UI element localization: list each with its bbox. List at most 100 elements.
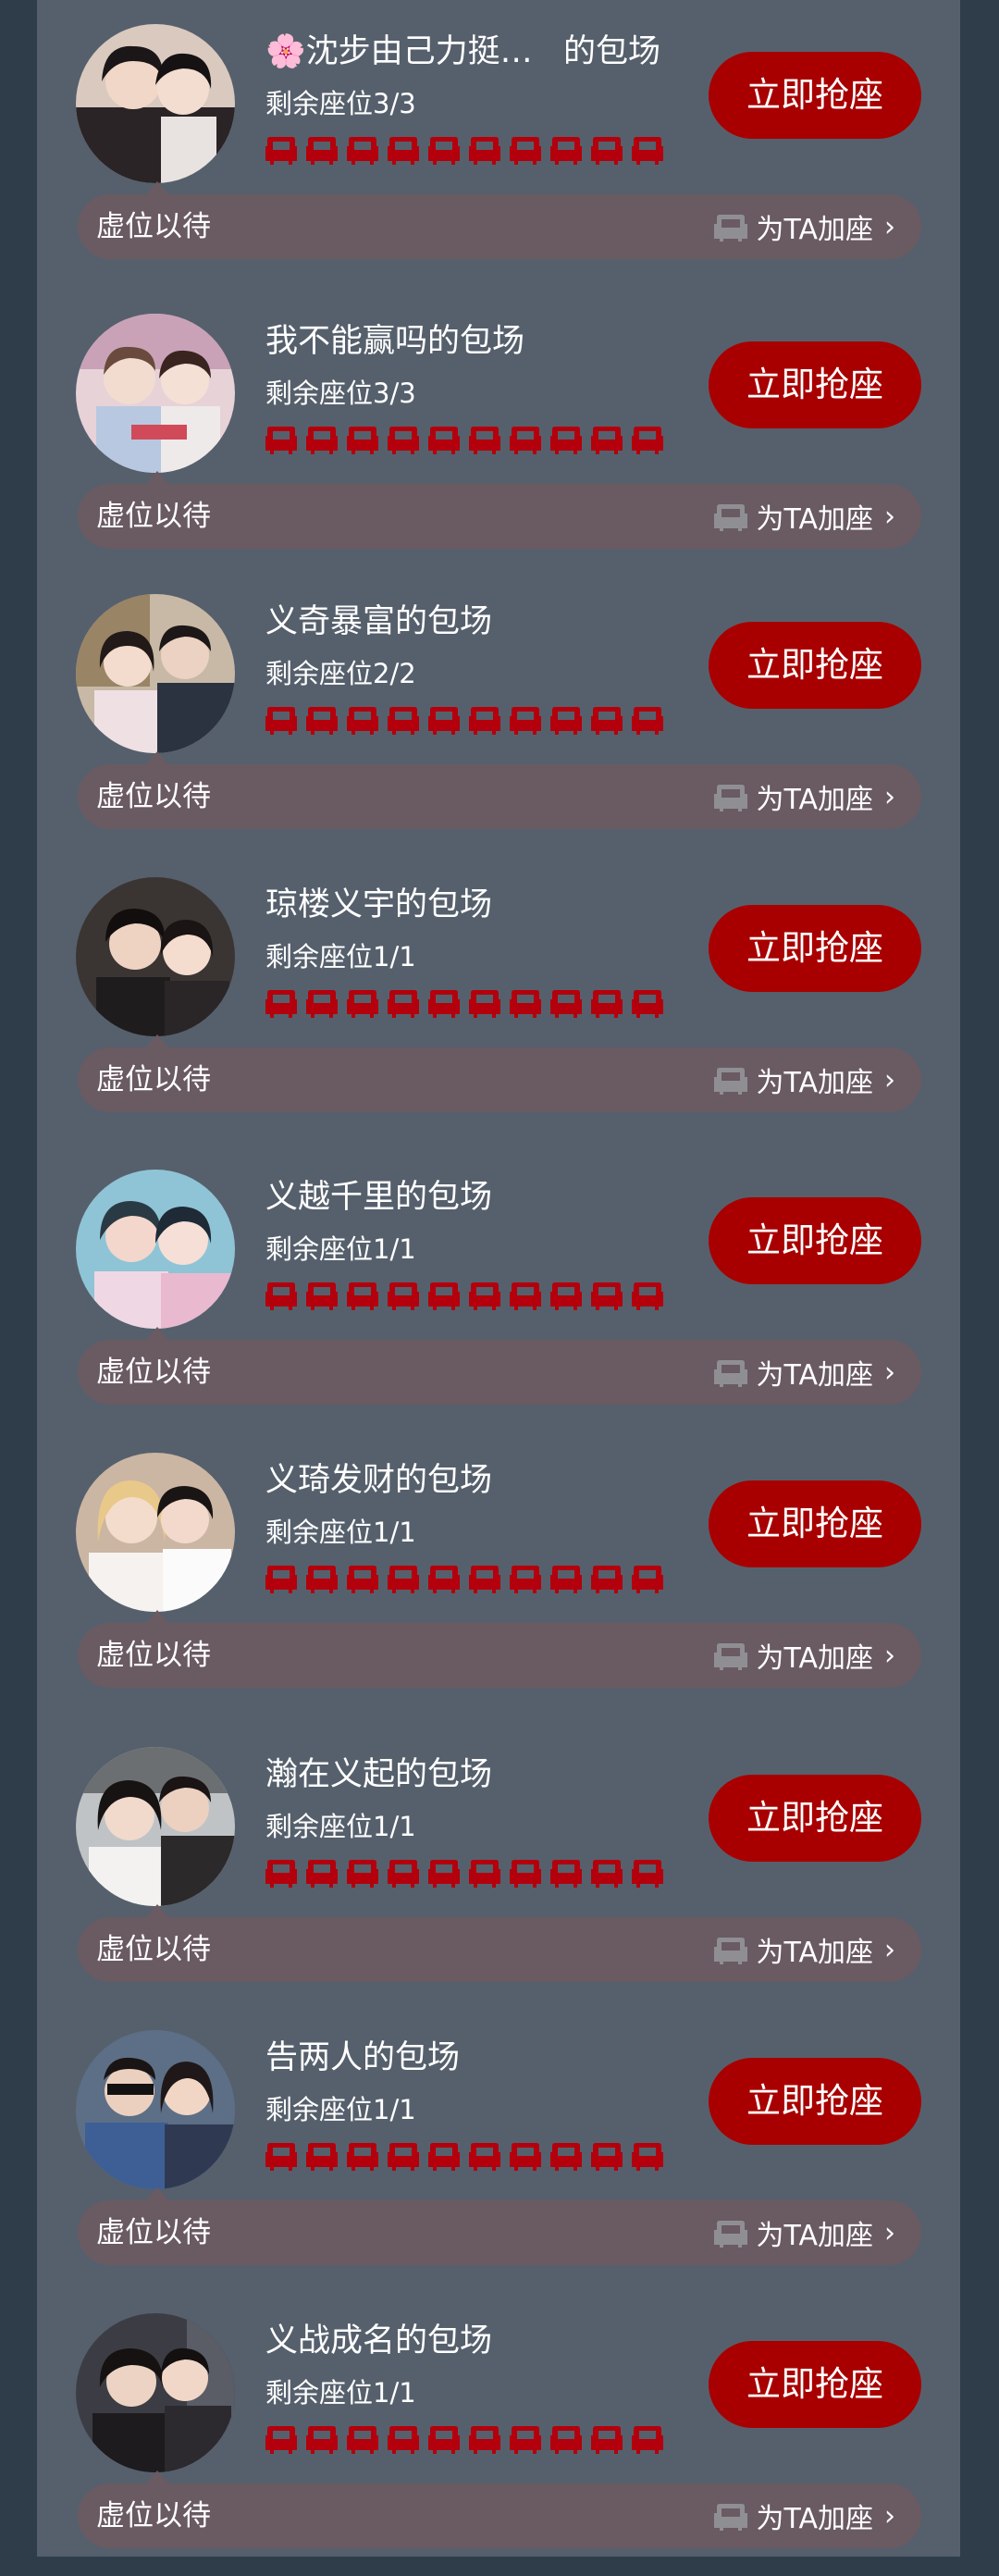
add-seat-label: 为TA加座 — [756, 1937, 873, 1969]
sofa-icon — [714, 1360, 748, 1387]
add-seat-link[interactable]: 为TA加座 › — [713, 484, 895, 549]
avatar[interactable] — [76, 1170, 235, 1329]
add-seat-link[interactable]: 为TA加座 › — [713, 1047, 895, 1112]
avatar[interactable] — [76, 877, 235, 1036]
grab-seat-button[interactable]: 立即抢座 — [709, 1775, 921, 1862]
waiting-text: 虚位以待 — [96, 2216, 211, 2249]
grab-seat-button[interactable]: 立即抢座 — [709, 2058, 921, 2145]
add-seat-link[interactable]: 为TA加座 › — [713, 194, 895, 259]
add-seat-label: 为TA加座 — [756, 1359, 873, 1392]
sofa-icon — [632, 427, 663, 454]
room-card: 告两人的包场 剩余座位1/1 立即抢座 虚位以待 为TA加座 › — [37, 2006, 960, 2293]
remaining-seats: 剩余座位3/3 — [265, 378, 416, 409]
chevron-right-icon: › — [884, 1356, 895, 1389]
sofa-icon — [428, 137, 460, 165]
sofa-icon — [428, 2143, 460, 2171]
chevron-right-icon: › — [884, 500, 895, 533]
avatar[interactable] — [76, 2030, 235, 2189]
sofa-icon — [550, 990, 582, 1018]
avatar[interactable] — [76, 594, 235, 753]
sofa-icon — [550, 707, 582, 735]
waiting-bar: 虚位以待 为TA加座 › — [78, 1623, 921, 1688]
add-seat-link[interactable]: 为TA加座 › — [713, 764, 895, 829]
sofa-icon — [591, 2426, 623, 2454]
sofa-icon — [347, 2426, 378, 2454]
add-seat-link[interactable]: 为TA加座 › — [713, 2200, 895, 2265]
sofa-icon — [714, 1643, 748, 1670]
avatar[interactable] — [76, 314, 235, 473]
grab-seat-button[interactable]: 立即抢座 — [709, 52, 921, 139]
room-title: 义琦发财的包场 — [265, 1462, 493, 1499]
avatar[interactable] — [76, 24, 235, 183]
sofa-icon — [632, 2143, 663, 2171]
grab-seat-button[interactable]: 立即抢座 — [709, 622, 921, 709]
add-seat-link[interactable]: 为TA加座 › — [713, 2483, 895, 2548]
remaining-seats: 剩余座位1/1 — [265, 2094, 416, 2125]
sofa-icon — [510, 2143, 541, 2171]
sofa-icon — [347, 707, 378, 735]
waiting-bar: 虚位以待 为TA加座 › — [78, 194, 921, 259]
sofa-icon — [265, 707, 297, 735]
sofa-icon — [306, 2143, 338, 2171]
avatar[interactable] — [76, 1453, 235, 1612]
sofa-icon — [591, 1282, 623, 1310]
sofa-icon — [388, 1282, 419, 1310]
sofa-icon — [469, 1282, 500, 1310]
waiting-text: 虚位以待 — [96, 1356, 211, 1389]
sofa-icon — [714, 215, 748, 242]
sofa-icon — [347, 1282, 378, 1310]
sofa-icon — [591, 427, 623, 454]
sofa-icon — [265, 1860, 297, 1888]
sofa-icon — [469, 1566, 500, 1593]
room-card: 义奇暴富的包场 剩余座位2/2 立即抢座 虚位以待 为TA加座 › — [37, 570, 960, 857]
add-seat-label: 为TA加座 — [756, 214, 873, 246]
add-seat-link[interactable]: 为TA加座 › — [713, 1917, 895, 1982]
grab-seat-button[interactable]: 立即抢座 — [709, 905, 921, 992]
waiting-text: 虚位以待 — [96, 2499, 211, 2533]
seat-row — [265, 1563, 663, 1594]
grab-seat-button[interactable]: 立即抢座 — [709, 341, 921, 428]
room-card: 我不能赢吗的包场 剩余座位3/3 立即抢座 虚位以待 为TA加座 › — [37, 290, 960, 576]
waiting-bar: 虚位以待 为TA加座 › — [78, 2200, 921, 2265]
seat-row — [265, 424, 663, 455]
add-seat-link[interactable]: 为TA加座 › — [713, 1340, 895, 1405]
add-seat-label: 为TA加座 — [756, 503, 873, 536]
waiting-text: 虚位以待 — [96, 1063, 211, 1096]
sofa-icon — [469, 990, 500, 1018]
room-card: 🌸沈步由己力挺… 的包场 剩余座位3/3 立即抢座 虚位以待 为TA加座 › — [37, 0, 960, 287]
avatar-pointer — [146, 1034, 168, 1047]
avatar-pointer — [146, 1904, 168, 1917]
sofa-icon — [510, 1282, 541, 1310]
remaining-seats: 剩余座位2/2 — [265, 658, 416, 689]
room-list-panel: 🌸沈步由己力挺… 的包场 剩余座位3/3 立即抢座 虚位以待 为TA加座 › 我… — [37, 0, 960, 2557]
waiting-bar: 虚位以待 为TA加座 › — [78, 1340, 921, 1405]
sofa-icon — [469, 2143, 500, 2171]
sofa-icon — [388, 2426, 419, 2454]
sofa-icon — [469, 427, 500, 454]
sofa-icon — [265, 2426, 297, 2454]
remaining-seats: 剩余座位1/1 — [265, 1233, 416, 1265]
waiting-text: 虚位以待 — [96, 500, 211, 533]
chevron-right-icon: › — [884, 1063, 895, 1096]
grab-seat-button[interactable]: 立即抢座 — [709, 1197, 921, 1284]
sofa-icon — [591, 2143, 623, 2171]
avatar[interactable] — [76, 2313, 235, 2472]
avatar-pointer — [146, 2187, 168, 2200]
sofa-icon — [306, 137, 338, 165]
room-card: 义战成名的包场 剩余座位1/1 立即抢座 虚位以待 为TA加座 › — [37, 2289, 960, 2576]
grab-seat-button[interactable]: 立即抢座 — [709, 1480, 921, 1567]
sofa-icon — [632, 707, 663, 735]
sofa-icon — [550, 1860, 582, 1888]
grab-seat-button[interactable]: 立即抢座 — [709, 2341, 921, 2428]
room-title: 告两人的包场 — [265, 2039, 461, 2076]
chevron-right-icon: › — [884, 1933, 895, 1966]
avatar[interactable] — [76, 1747, 235, 1906]
add-seat-link[interactable]: 为TA加座 › — [713, 1623, 895, 1688]
sofa-icon — [428, 1566, 460, 1593]
waiting-text: 虚位以待 — [96, 1933, 211, 1966]
sofa-icon — [550, 1282, 582, 1310]
sofa-icon — [510, 2426, 541, 2454]
sofa-icon — [306, 707, 338, 735]
sofa-icon — [388, 137, 419, 165]
room-card: 瀚在义起的包场 剩余座位1/1 立即抢座 虚位以待 为TA加座 › — [37, 1723, 960, 2010]
